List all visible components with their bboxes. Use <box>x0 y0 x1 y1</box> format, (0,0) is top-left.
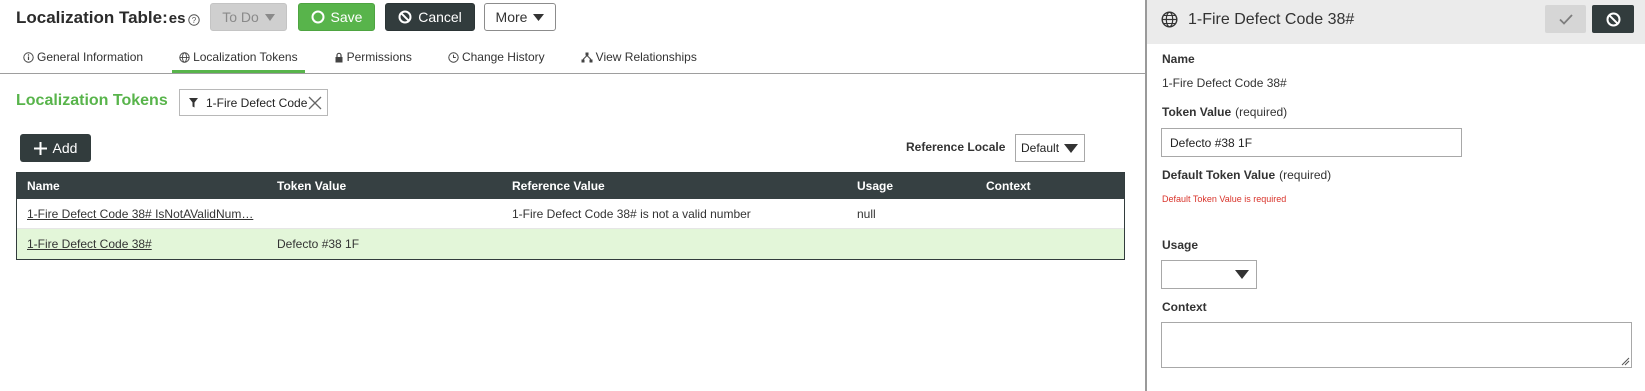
row-reference-value-cell <box>512 229 842 259</box>
page-title: Localization Table: <box>16 7 168 27</box>
tab-divider <box>0 73 1145 74</box>
token-value-label: Token Value (required) <box>1162 105 1287 119</box>
tokens-table: Name Token Value Reference Value Usage C… <box>16 172 1125 260</box>
table-row[interactable]: 1-Fire Defect Code 38# Defecto #38 1F <box>17 229 1124 259</box>
row-name-cell: 1-Fire Defect Code 38# IsNotAValidNum… <box>27 199 257 228</box>
plus-icon <box>33 141 47 155</box>
name-label: Name <box>1162 52 1195 66</box>
tab-localization-tokens[interactable]: Localization Tokens <box>172 41 305 73</box>
tab-general-information[interactable]: General Information <box>16 41 150 73</box>
row-usage-cell <box>857 229 967 259</box>
filter-icon <box>189 97 198 107</box>
row-context-cell <box>986 229 1116 259</box>
row-name-cell: 1-Fire Defect Code 38# <box>27 229 257 259</box>
ban-icon <box>398 10 412 24</box>
context-label: Context <box>1162 300 1207 314</box>
add-button[interactable]: Add <box>20 134 91 162</box>
save-button-label: Save <box>330 9 363 25</box>
filter-chip-text: 1-Fire Defect Code 38# <box>206 95 309 110</box>
clock-icon <box>448 51 459 63</box>
add-button-label: Add <box>52 140 78 156</box>
tab-label: Change History <box>461 50 545 64</box>
reference-locale-select[interactable]: Default <box>1015 134 1085 162</box>
detail-panel-title: 1-Fire Defect Code 38# <box>1188 11 1355 28</box>
column-header-token-value[interactable]: Token Value <box>277 173 487 199</box>
cancel-button-label: Cancel <box>418 9 462 25</box>
filter-chip[interactable]: 1-Fire Defect Code 38# <box>179 89 328 116</box>
save-button[interactable]: Save <box>298 3 375 31</box>
column-header-reference-value[interactable]: Reference Value <box>512 173 842 199</box>
chevron-down-icon <box>533 13 545 21</box>
row-name-link[interactable]: 1-Fire Defect Code 38# <box>27 237 152 251</box>
column-header-name[interactable]: Name <box>27 173 257 199</box>
more-button[interactable]: More <box>484 3 556 31</box>
chevron-down-icon <box>264 13 275 21</box>
tab-change-history[interactable]: Change History <box>441 41 552 73</box>
row-context-cell <box>986 199 1116 228</box>
usage-label: Usage <box>1162 238 1199 252</box>
ban-icon <box>1606 12 1620 26</box>
detail-panel: 1-Fire Defect Code 38# Name 1-Fire Defec… <box>1147 0 1645 391</box>
page-title-locale: es <box>168 10 186 27</box>
svg-text:?: ? <box>192 16 197 25</box>
default-token-value-label: Default Token Value (required) <box>1162 168 1331 182</box>
check-icon <box>1558 13 1573 25</box>
token-value-input[interactable]: Defecto #38 1F <box>1161 128 1462 157</box>
detail-panel-header: 1-Fire Defect Code 38# <box>1147 0 1645 44</box>
row-reference-value-cell: 1-Fire Defect Code 38# is not a valid nu… <box>512 206 751 221</box>
lock-icon <box>335 52 343 62</box>
row-usage-cell: null <box>857 206 876 221</box>
todo-button-label: To Do <box>222 9 259 25</box>
row-name-link[interactable]: 1-Fire Defect Code 38# IsNotAValidNum… <box>27 207 253 221</box>
tab-label: Permissions <box>346 50 412 64</box>
close-icon[interactable] <box>308 96 322 110</box>
required-marker: (required) <box>1279 168 1332 182</box>
main-content: Localization Table: es ? To Do Save Canc… <box>0 0 1145 391</box>
name-value: 1-Fire Defect Code 38# <box>1162 76 1287 90</box>
token-value-label-text: Token Value <box>1162 105 1232 119</box>
resize-grip-icon[interactable] <box>1620 356 1630 366</box>
row-token-value-cell: Defecto #38 1F <box>277 237 360 251</box>
todo-button[interactable]: To Do <box>210 3 287 31</box>
tab-label: General Information <box>37 50 144 64</box>
page-header: Localization Table: es ? <box>16 3 201 32</box>
discard-button[interactable] <box>1592 5 1634 33</box>
circle-icon <box>311 10 325 24</box>
cancel-button[interactable]: Cancel <box>385 3 475 31</box>
tab-view-relationships[interactable]: View Relationships <box>574 41 704 73</box>
tab-permissions[interactable]: Permissions <box>327 41 419 73</box>
relationships-icon <box>581 52 593 62</box>
usage-select[interactable] <box>1161 260 1257 289</box>
table-row[interactable]: 1-Fire Defect Code 38# IsNotAValidNum… 1… <box>17 199 1124 229</box>
tab-bar: General Information Localization Tokens … <box>16 41 726 73</box>
chevron-down-icon <box>1235 270 1249 279</box>
reference-locale-label: Reference Locale <box>906 140 1006 154</box>
chevron-down-icon <box>1064 144 1078 153</box>
globe-icon <box>179 51 190 63</box>
info-icon <box>23 51 34 63</box>
tab-label: View Relationships <box>595 50 697 64</box>
default-token-value-label-text: Default Token Value <box>1162 168 1276 182</box>
table-header: Name Token Value Reference Value Usage C… <box>17 173 1124 199</box>
more-button-label: More <box>495 9 528 25</box>
default-token-value-error: Default Token Value is required <box>1162 194 1287 204</box>
apply-button[interactable] <box>1545 5 1586 33</box>
column-header-usage[interactable]: Usage <box>857 173 967 199</box>
help-icon[interactable]: ? <box>188 13 201 26</box>
section-title: Localization Tokens <box>16 92 168 109</box>
globe-icon <box>1161 11 1178 28</box>
column-header-context[interactable]: Context <box>986 173 1116 199</box>
context-textarea[interactable] <box>1161 322 1632 368</box>
required-marker: (required) <box>1235 105 1288 119</box>
row-token-value-cell <box>277 199 487 228</box>
tab-label: Localization Tokens <box>193 50 298 64</box>
reference-locale-value: Default <box>1021 141 1060 155</box>
